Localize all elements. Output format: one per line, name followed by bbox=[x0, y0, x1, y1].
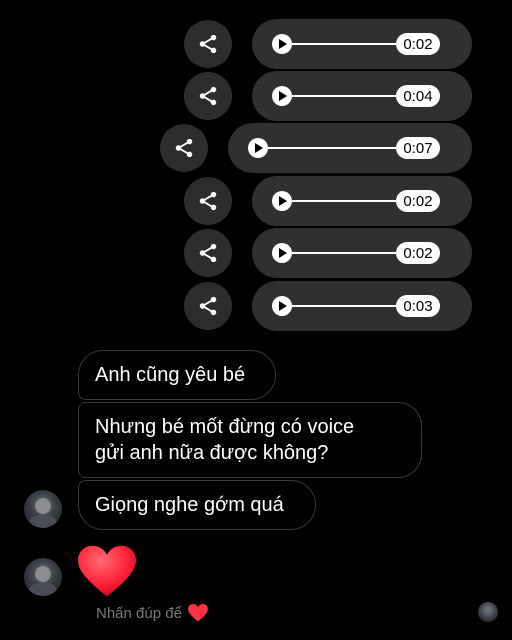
share-button[interactable] bbox=[184, 177, 232, 225]
voice-duration: 0:02 bbox=[396, 190, 440, 212]
voice-duration: 0:03 bbox=[396, 295, 440, 317]
share-icon bbox=[175, 138, 193, 158]
heart-icon[interactable] bbox=[78, 545, 136, 599]
voice-bubble[interactable]: 0:07 bbox=[228, 123, 472, 173]
voice-bubble[interactable]: 0:03 bbox=[252, 281, 472, 331]
voice-message-row: 0:02 bbox=[184, 228, 472, 278]
voice-message-row: 0:02 bbox=[184, 176, 472, 226]
audio-progress-track[interactable] bbox=[292, 43, 396, 45]
message-text-line: gửi anh nữa được không? bbox=[95, 442, 329, 464]
message-bubble[interactable]: Giọng nghe gớm quá bbox=[78, 480, 316, 530]
play-button[interactable] bbox=[272, 86, 292, 106]
message-text: Anh cũng yêu bé bbox=[95, 364, 246, 386]
audio-progress-track[interactable] bbox=[292, 200, 396, 202]
share-icon bbox=[199, 86, 217, 106]
voice-duration: 0:04 bbox=[396, 85, 440, 107]
play-button[interactable] bbox=[272, 191, 292, 211]
heart-icon bbox=[187, 604, 208, 622]
avatar[interactable] bbox=[24, 558, 62, 596]
share-button[interactable] bbox=[184, 72, 232, 120]
voice-bubble[interactable]: 0:02 bbox=[252, 19, 472, 69]
audio-progress-track[interactable] bbox=[268, 147, 396, 149]
message-bubble[interactable]: Anh cũng yêu bé bbox=[78, 350, 276, 400]
audio-progress-track[interactable] bbox=[292, 95, 396, 97]
hint-text: Nhấn đúp để bbox=[96, 604, 182, 622]
double-tap-hint: Nhấn đúp để bbox=[96, 604, 208, 622]
voice-duration: 0:02 bbox=[396, 33, 440, 55]
voice-message-row: 0:03 bbox=[184, 281, 472, 331]
play-button[interactable] bbox=[248, 138, 268, 158]
message-text-line: Nhưng bé mốt đừng có voice bbox=[95, 416, 355, 438]
share-button[interactable] bbox=[184, 282, 232, 330]
share-button[interactable] bbox=[184, 229, 232, 277]
play-button[interactable] bbox=[272, 34, 292, 54]
share-icon bbox=[199, 296, 217, 316]
voice-bubble[interactable]: 0:02 bbox=[252, 176, 472, 226]
play-button[interactable] bbox=[272, 296, 292, 316]
share-icon bbox=[199, 191, 217, 211]
message-text: Giọng nghe gớm quá bbox=[95, 494, 284, 516]
share-icon bbox=[199, 34, 217, 54]
share-icon bbox=[199, 243, 217, 263]
voice-bubble[interactable]: 0:04 bbox=[252, 71, 472, 121]
avatar[interactable] bbox=[24, 490, 62, 528]
voice-message-row: 0:04 bbox=[184, 71, 472, 121]
audio-progress-track[interactable] bbox=[292, 305, 396, 307]
voice-message-row: 0:02 bbox=[184, 19, 472, 69]
voice-message-row: 0:07 bbox=[160, 123, 472, 173]
voice-duration: 0:02 bbox=[396, 242, 440, 264]
voice-duration: 0:07 bbox=[396, 137, 440, 159]
play-button[interactable] bbox=[272, 243, 292, 263]
seen-avatar bbox=[478, 602, 498, 622]
share-button[interactable] bbox=[184, 20, 232, 68]
audio-progress-track[interactable] bbox=[292, 252, 396, 254]
voice-bubble[interactable]: 0:02 bbox=[252, 228, 472, 278]
message-bubble[interactable]: Nhưng bé mốt đừng có voice gửi anh nữa đ… bbox=[78, 402, 422, 478]
share-button[interactable] bbox=[160, 124, 208, 172]
